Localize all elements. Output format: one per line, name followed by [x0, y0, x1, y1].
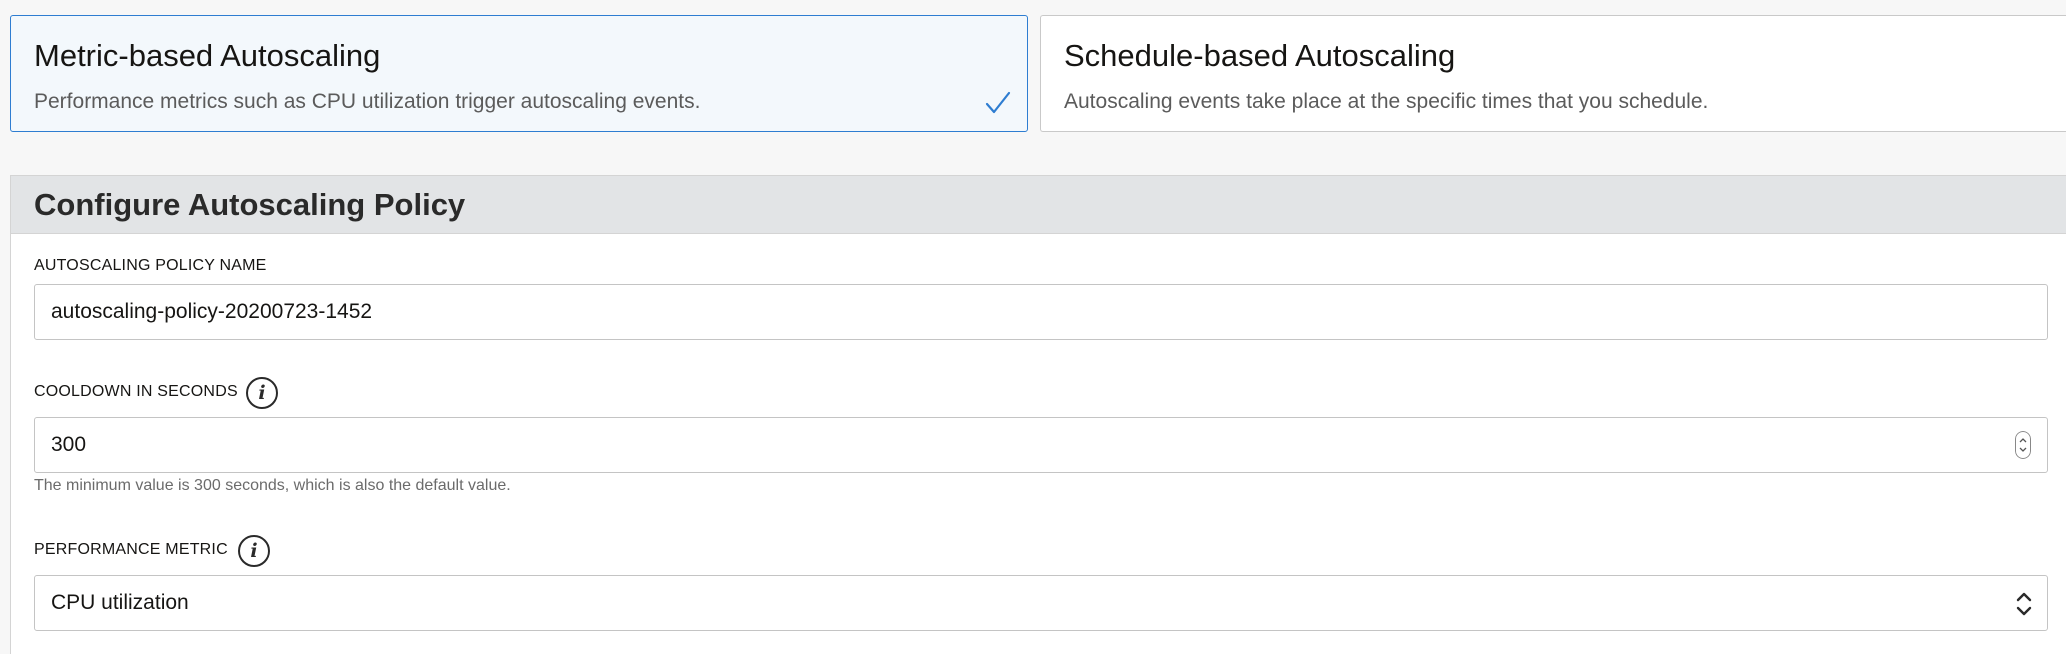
panel-title: Configure Autoscaling Policy: [34, 187, 466, 222]
performance-metric-label: PERFORMANCE METRIC: [34, 541, 228, 558]
select-chevron-icon: [2016, 592, 2032, 616]
schedule-based-autoscaling-option[interactable]: Schedule-based Autoscaling Autoscaling e…: [1040, 15, 2066, 132]
autoscaling-policy-panel: Configure Autoscaling Policy AUTOSCALING…: [10, 175, 2066, 654]
cooldown-input[interactable]: 300: [34, 417, 2048, 473]
metric-option-title: Metric-based Autoscaling: [34, 38, 381, 73]
metric-based-autoscaling-option[interactable]: Metric-based Autoscaling Performance met…: [10, 15, 1028, 132]
number-spinner-icon[interactable]: [2015, 431, 2031, 459]
policy-name-input[interactable]: [34, 284, 2048, 340]
performance-metric-value: CPU utilization: [51, 591, 189, 614]
cooldown-label: COOLDOWN IN SECONDS: [34, 383, 238, 400]
metric-option-description: Performance metrics such as CPU utilizat…: [34, 90, 701, 113]
autoscaling-page: Metric-based Autoscaling Performance met…: [0, 0, 2066, 654]
cooldown-value: 300: [51, 433, 87, 456]
policy-name-label: AUTOSCALING POLICY NAME: [34, 257, 267, 274]
cooldown-help-text: The minimum value is 300 seconds, which …: [34, 477, 511, 494]
panel-header: Configure Autoscaling Policy: [11, 176, 2066, 234]
performance-metric-info-icon[interactable]: i: [238, 535, 270, 567]
cooldown-info-icon[interactable]: i: [246, 377, 278, 409]
check-icon: [985, 91, 1011, 114]
schedule-option-description: Autoscaling events take place at the spe…: [1064, 90, 1709, 113]
performance-metric-select[interactable]: CPU utilization: [34, 575, 2048, 631]
schedule-option-title: Schedule-based Autoscaling: [1064, 38, 1456, 73]
